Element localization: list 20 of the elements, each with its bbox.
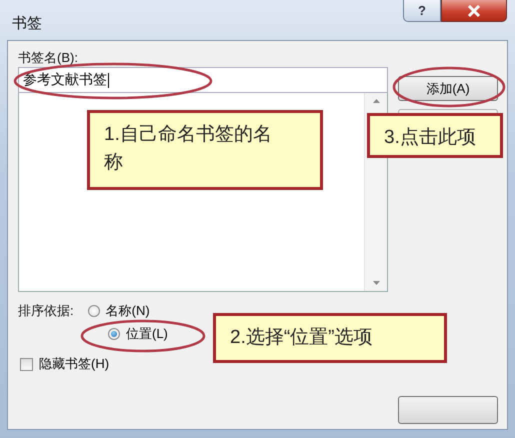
bookmark-name-field[interactable]: 参考文献书签 bbox=[18, 67, 388, 93]
annotation-tooltip: 1.自己命名书签的名称 bbox=[87, 110, 323, 190]
radio-button[interactable] bbox=[108, 328, 120, 340]
add-button[interactable]: 添加(A) bbox=[398, 76, 498, 101]
sort-label: 排序依据: bbox=[18, 302, 74, 320]
checkbox-label: 隐藏书签(H) bbox=[39, 355, 110, 373]
close-icon bbox=[467, 4, 481, 16]
help-button[interactable]: ? bbox=[403, 0, 441, 22]
scroll-down-icon[interactable] bbox=[372, 281, 380, 285]
hide-checkbox[interactable] bbox=[20, 358, 33, 370]
radio-label: 位置(L) bbox=[126, 325, 168, 343]
close-button[interactable] bbox=[441, 0, 507, 22]
radio-button[interactable] bbox=[88, 305, 100, 317]
window-title: 书签 bbox=[12, 14, 42, 33]
name-label: 书签名(B): bbox=[18, 49, 79, 67]
annotation-tooltip: 2.选择“位置”选项 bbox=[213, 313, 447, 363]
dialog-button[interactable] bbox=[398, 396, 498, 424]
radio-label: 名称(N) bbox=[106, 302, 150, 320]
annotation-tooltip: 3.点击此项 bbox=[367, 113, 503, 158]
scroll-up-icon[interactable] bbox=[372, 99, 380, 103]
